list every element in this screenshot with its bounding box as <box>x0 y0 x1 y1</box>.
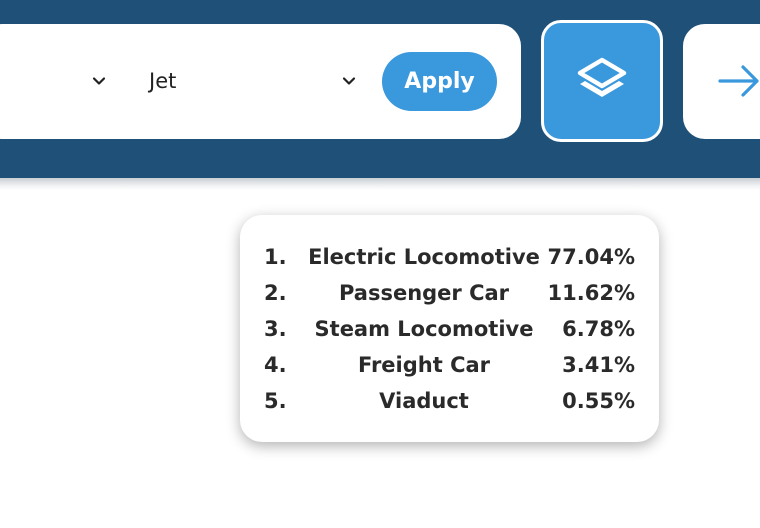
category-select[interactable] <box>0 57 108 105</box>
predictions-panel: 1. Electric Locomotive 77.04% 2. Passeng… <box>240 215 659 442</box>
result-row: 1. Electric Locomotive 77.04% <box>240 239 659 275</box>
result-label: Freight Car <box>357 353 491 377</box>
arrow-right-icon <box>717 61 760 105</box>
result-percent: 11.62% <box>547 281 635 305</box>
header-shadow <box>0 178 760 190</box>
result-percent: 0.55% <box>562 389 635 413</box>
result-label: Passenger Car <box>338 281 510 305</box>
header-bar: Jet Apply <box>0 0 760 178</box>
result-label: Viaduct <box>379 389 469 413</box>
result-row: 5. Viaduct 0.55% <box>240 383 659 419</box>
result-row: 2. Passenger Car 11.62% <box>240 275 659 311</box>
result-percent: 77.04% <box>547 245 635 269</box>
layers-icon <box>576 56 628 106</box>
result-row: 3. Steam Locomotive 6.78% <box>240 311 659 347</box>
apply-button[interactable]: Apply <box>382 52 497 111</box>
result-percent: 3.41% <box>562 353 635 377</box>
model-select[interactable]: Jet <box>132 57 358 105</box>
model-select-value: Jet <box>149 69 177 93</box>
layers-button[interactable] <box>541 20 663 142</box>
result-rank: 1. <box>264 245 287 269</box>
result-rank: 5. <box>264 389 287 413</box>
chevron-down-icon <box>90 72 108 90</box>
app-root: Jet Apply 1. Electric Locomotive 77.04% … <box>0 0 760 528</box>
result-row: 4. Freight Car 3.41% <box>240 347 659 383</box>
result-label: Electric Locomotive <box>308 245 540 269</box>
result-rank: 4. <box>264 353 287 377</box>
result-label: Steam Locomotive <box>314 317 534 341</box>
chevron-down-icon <box>340 72 358 90</box>
result-percent: 6.78% <box>562 317 635 341</box>
result-rank: 3. <box>264 317 287 341</box>
next-button[interactable] <box>683 24 760 139</box>
result-rank: 2. <box>264 281 287 305</box>
